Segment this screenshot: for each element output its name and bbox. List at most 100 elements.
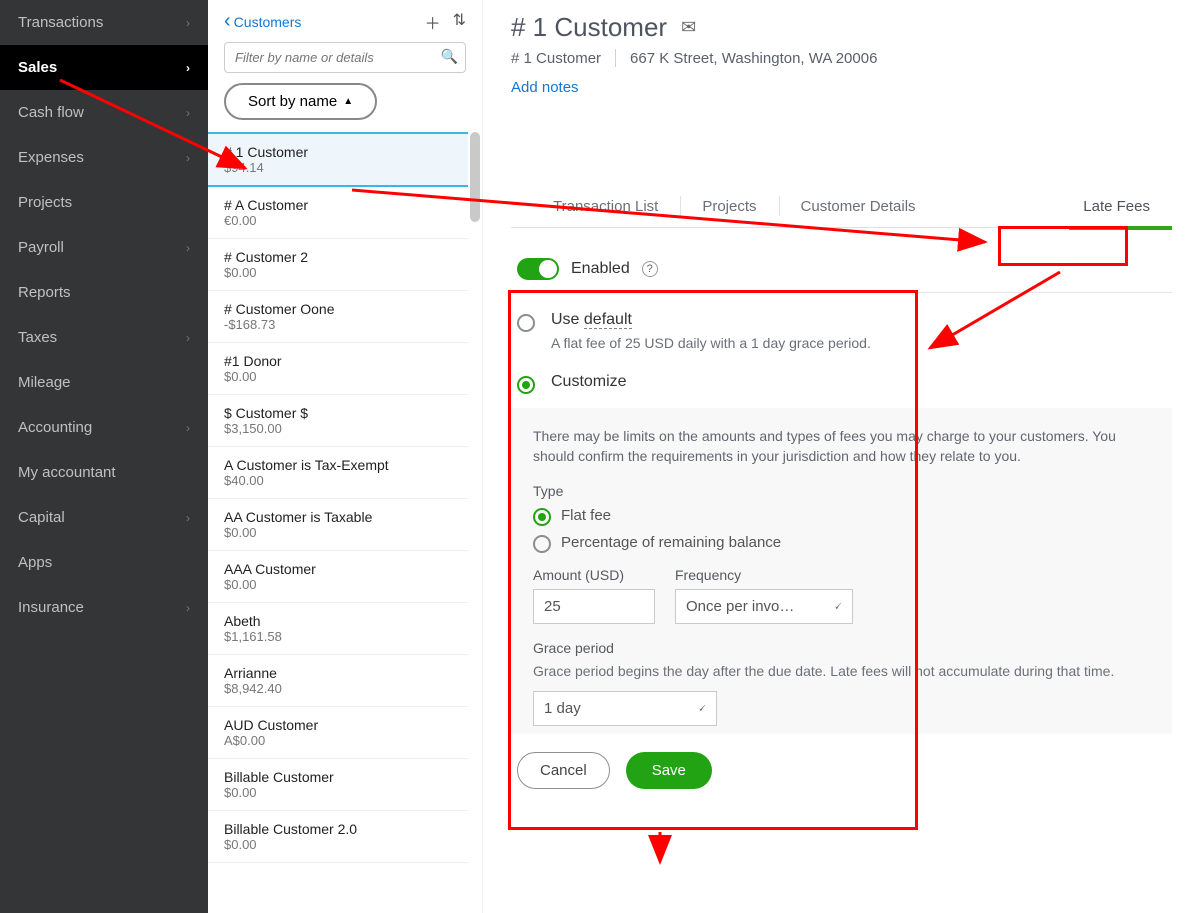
sidebar-item-payroll[interactable]: Payroll› (0, 225, 208, 270)
use-default-desc: A flat fee of 25 USD daily with a 1 day … (551, 335, 871, 351)
sidebar-item-cash-flow[interactable]: Cash flow› (0, 90, 208, 135)
grace-period-select[interactable]: 1 day 🗸 (533, 691, 717, 726)
add-icon[interactable]: ＋ (425, 10, 441, 34)
chevron-right-icon: › (186, 16, 190, 30)
sidebar-item-taxes[interactable]: Taxes› (0, 315, 208, 360)
list-item[interactable]: # 1 Customer$94.14 (208, 132, 468, 187)
list-item[interactable]: Billable Customer 2.0$0.00 (208, 811, 468, 863)
radio-percentage[interactable] (533, 535, 551, 553)
list-item-name: Billable Customer (224, 769, 452, 785)
sidebar-item-expenses[interactable]: Expenses› (0, 135, 208, 180)
fee-disclaimer: There may be limits on the amounts and t… (533, 426, 1150, 467)
customer-subtitle: # 1 Customer (511, 50, 601, 67)
list-item[interactable]: #1 Donor$0.00 (208, 343, 468, 395)
frequency-value: Once per invo… (686, 598, 794, 615)
sidebar-item-insurance[interactable]: Insurance› (0, 585, 208, 630)
chevron-right-icon: › (186, 151, 190, 165)
sidebar-item-label: Apps (18, 554, 52, 571)
chevron-right-icon: › (186, 241, 190, 255)
list-item-name: AUD Customer (224, 717, 452, 733)
list-item[interactable]: # Customer Oone-$168.73 (208, 291, 468, 343)
divider (615, 49, 616, 67)
sort-button[interactable]: Sort by name ▲ (224, 83, 377, 120)
sidebar: Transactions›Sales›Cash flow›Expenses›Pr… (0, 0, 208, 913)
list-item-name: Abeth (224, 613, 452, 629)
list-item-name: A Customer is Tax-Exempt (224, 457, 452, 473)
sort-label: Sort by name (248, 93, 337, 110)
tab-late-fees[interactable]: Late Fees (1061, 186, 1172, 227)
sidebar-item-label: Reports (18, 284, 71, 301)
list-item[interactable]: Abeth$1,161.58 (208, 603, 468, 655)
list-item-name: # Customer 2 (224, 249, 452, 265)
sidebar-item-label: Mileage (18, 374, 71, 391)
radio-customize[interactable] (517, 376, 535, 394)
cancel-button[interactable]: Cancel (517, 752, 610, 789)
list-item[interactable]: # Customer 2$0.00 (208, 239, 468, 291)
list-item-amount: $0.00 (224, 785, 452, 800)
list-settings-icon[interactable]: ⇅ (453, 10, 466, 34)
back-to-customers-link[interactable]: Customers (224, 14, 301, 30)
list-item[interactable]: Arrianne$8,942.40 (208, 655, 468, 707)
sidebar-item-label: Transactions (18, 14, 103, 31)
list-item-amount: €0.00 (224, 213, 452, 228)
customer-list-panel: Customers ＋ ⇅ 🔍 Sort by name ▲ # 1 Custo… (208, 0, 483, 913)
tab-customer-details[interactable]: Customer Details (779, 186, 938, 227)
list-item-name: AAA Customer (224, 561, 452, 577)
help-icon[interactable]: ? (642, 261, 658, 277)
scrollbar[interactable] (470, 132, 480, 913)
email-icon[interactable]: ✉ (681, 17, 696, 38)
list-item-name: AA Customer is Taxable (224, 509, 452, 525)
chevron-down-icon: 🗸 (698, 701, 706, 716)
frequency-select[interactable]: Once per invo… 🗸 (675, 589, 853, 624)
chevron-right-icon: › (186, 601, 190, 615)
sidebar-item-capital[interactable]: Capital› (0, 495, 208, 540)
sidebar-item-label: Projects (18, 194, 72, 211)
list-item[interactable]: # A Customer€0.00 (208, 187, 468, 239)
scrollbar-thumb[interactable] (470, 132, 480, 222)
search-input[interactable] (224, 42, 466, 73)
list-item-amount: $40.00 (224, 473, 452, 488)
tab-projects[interactable]: Projects (680, 186, 778, 227)
customize-label: Customize (551, 373, 627, 391)
amount-input[interactable] (533, 589, 655, 624)
list-item-amount: $0.00 (224, 369, 452, 384)
search-icon[interactable]: 🔍 (441, 48, 458, 65)
grace-period-value: 1 day (544, 700, 581, 717)
sidebar-item-mileage[interactable]: Mileage (0, 360, 208, 405)
radio-flat-fee[interactable] (533, 508, 551, 526)
enabled-label: Enabled (571, 260, 630, 278)
sidebar-item-accounting[interactable]: Accounting› (0, 405, 208, 450)
page-title: # 1 Customer (511, 12, 667, 43)
tab-transaction-list[interactable]: Transaction List (531, 186, 680, 227)
add-notes-link[interactable]: Add notes (511, 79, 579, 96)
chevron-right-icon: › (186, 511, 190, 525)
sidebar-item-reports[interactable]: Reports (0, 270, 208, 315)
sidebar-item-my-accountant[interactable]: My accountant (0, 450, 208, 495)
frequency-label: Frequency (675, 567, 853, 583)
list-item[interactable]: AAA Customer$0.00 (208, 551, 468, 603)
list-item-name: $ Customer $ (224, 405, 452, 421)
sidebar-item-projects[interactable]: Projects (0, 180, 208, 225)
list-item[interactable]: AA Customer is Taxable$0.00 (208, 499, 468, 551)
sidebar-item-label: Taxes (18, 329, 57, 346)
list-item[interactable]: A Customer is Tax-Exempt$40.00 (208, 447, 468, 499)
percentage-label: Percentage of remaining balance (561, 534, 781, 551)
list-item-name: # Customer Oone (224, 301, 452, 317)
sidebar-item-sales[interactable]: Sales› (0, 45, 208, 90)
radio-use-default[interactable] (517, 314, 535, 332)
save-button[interactable]: Save (626, 752, 712, 789)
list-item[interactable]: AUD CustomerA$0.00 (208, 707, 468, 759)
list-item-amount: $3,150.00 (224, 421, 452, 436)
list-item[interactable]: Billable Customer$0.00 (208, 759, 468, 811)
list-item-name: Arrianne (224, 665, 452, 681)
sidebar-item-transactions[interactable]: Transactions › (0, 0, 208, 45)
sidebar-item-label: Sales (18, 59, 57, 76)
list-item[interactable]: $ Customer $$3,150.00 (208, 395, 468, 447)
chevron-right-icon: › (186, 106, 190, 120)
list-item-name: # 1 Customer (224, 144, 452, 160)
sidebar-item-apps[interactable]: Apps (0, 540, 208, 585)
use-default-label: Use default (551, 311, 871, 329)
list-item-amount: $0.00 (224, 837, 452, 852)
enabled-toggle[interactable] (517, 258, 559, 280)
list-item-amount: $8,942.40 (224, 681, 452, 696)
